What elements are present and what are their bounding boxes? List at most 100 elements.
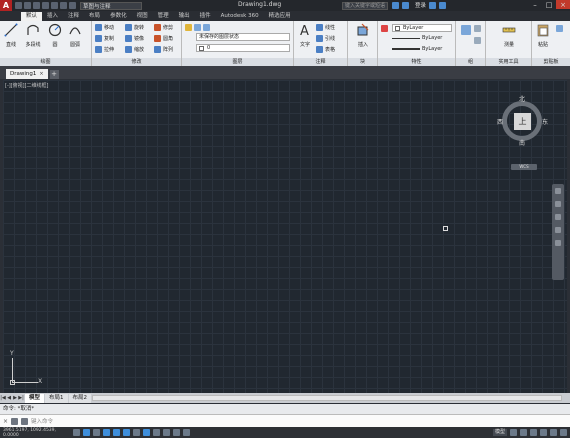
compass-east[interactable]: 东 [542,117,548,126]
tab-plugins[interactable]: 插件 [195,12,216,21]
ducs-icon[interactable] [133,429,140,436]
help-icon[interactable] [439,1,447,9]
new-tab-button[interactable]: + [49,70,59,79]
print-icon[interactable] [51,2,58,9]
lineweight-dropdown[interactable]: ByLayer [392,45,452,53]
osnap-icon[interactable] [113,429,120,436]
annotation-panel-title[interactable]: 注释 [294,58,347,66]
minimize-button[interactable]: – [528,0,542,9]
circle-button[interactable]: 圆 [46,23,64,48]
tab-annotate[interactable]: 注释 [63,12,84,21]
arc-button[interactable]: 圆弧 [66,23,84,48]
exchange-icon[interactable] [429,1,437,9]
layer-isolate-icon[interactable] [203,23,210,31]
modify-panel-title[interactable]: 修改 [92,58,181,66]
tab-parametric[interactable]: 参数化 [105,12,132,21]
search-icon[interactable] [392,1,399,9]
model-space-button[interactable]: 模型 [492,429,507,436]
scale-button[interactable]: 缩放 [125,45,144,53]
viewcube[interactable]: 上 北 南 西 东 [497,94,548,154]
coordinates-readout[interactable]: 3961.5197, 1092.4539, 0.0000 [3,428,71,438]
workspace-dropdown[interactable]: 草图与注释 [80,1,142,10]
viewport-controls[interactable]: [-][俯视][二维线框] [5,82,49,89]
pan-icon[interactable] [555,201,561,207]
tab-layout1[interactable]: 布局1 [45,393,68,403]
close-window-button[interactable]: × [556,0,570,9]
zoom-extents-icon[interactable] [555,214,561,220]
orbit-icon[interactable] [555,227,561,233]
group-icon[interactable] [461,25,471,35]
match-properties-icon[interactable] [381,25,388,32]
utilities-panel-title[interactable]: 实用工具 [486,58,531,66]
layers-panel-title[interactable]: 图层 [182,58,293,66]
login-link[interactable]: 登录 [415,1,426,9]
color-dropdown[interactable]: ByLayer [392,24,452,32]
mirror-button[interactable]: 镜像 [125,34,144,42]
tab-layout2[interactable]: 布局2 [68,393,92,403]
new-file-icon[interactable] [15,2,22,9]
maximize-button[interactable]: □ [542,0,556,9]
compass-north[interactable]: 北 [519,94,525,103]
open-file-icon[interactable] [24,2,31,9]
search-input[interactable]: 键入关键字或短语 [342,1,388,10]
last-layout-icon[interactable]: ▶| [18,394,24,402]
recent-commands-icon[interactable] [21,417,29,425]
horizontal-scrollbar[interactable] [92,395,562,401]
tab-manage[interactable]: 管理 [153,12,174,21]
clean-screen-icon[interactable] [560,429,567,436]
properties-panel-title[interactable]: 特性 [378,58,455,66]
clipboard-panel-title[interactable]: 剪贴板 [532,58,570,66]
dyn-icon[interactable] [143,429,150,436]
rotate-button[interactable]: 旋转 [125,23,144,31]
annotation-scale-icon[interactable] [520,429,527,436]
undo-icon[interactable] [60,2,67,9]
ungroup-icon[interactable] [474,25,481,32]
trim-button[interactable]: 修剪 [154,23,173,31]
document-tab-drawing1[interactable]: Drawing1 × [6,69,48,79]
copy-button[interactable]: 复制 [95,34,114,42]
grid-icon[interactable] [83,429,90,436]
ortho-icon[interactable] [93,429,100,436]
table-button[interactable]: 表格 [316,45,335,53]
wcs-menu[interactable]: WCS [511,164,537,170]
redo-icon[interactable] [69,2,76,9]
snap-icon[interactable] [73,429,80,436]
close-command-icon[interactable]: × [3,418,8,425]
line-button[interactable]: 直线 [2,23,20,48]
groups-panel-title[interactable]: 组 [456,58,485,66]
leader-button[interactable]: 引线 [316,34,335,42]
application-menu-button[interactable]: A [0,0,12,11]
insert-block-button[interactable]: 插入 [354,23,372,48]
group-edit-icon[interactable] [474,37,481,44]
tab-model[interactable]: 模型 [25,393,45,403]
close-tab-icon[interactable]: × [39,69,43,79]
drawing-canvas[interactable]: [-][俯视][二维线框] 上 北 南 西 东 WCS Y X [3,80,567,393]
polar-icon[interactable] [103,429,110,436]
measure-button[interactable]: 测量 [498,23,520,48]
quick-properties-icon[interactable] [173,429,180,436]
current-layer-dropdown[interactable]: 0 [196,44,290,52]
compass-south[interactable]: 南 [519,138,525,147]
array-button[interactable]: 阵列 [154,45,173,53]
viewcube-top-face[interactable]: 上 [514,113,531,130]
save-icon[interactable] [33,2,40,9]
compass-west[interactable]: 西 [497,117,503,126]
copy-clip-icon[interactable] [556,25,563,32]
tab-view[interactable]: 视图 [132,12,153,21]
lineweight-toggle-icon[interactable] [153,429,160,436]
isolate-objects-icon[interactable] [550,429,557,436]
layer-properties-icon[interactable] [185,23,192,31]
linetype-dropdown[interactable]: ByLayer [392,34,452,42]
layer-freeze-icon[interactable] [194,23,201,31]
lock-icon[interactable] [540,429,547,436]
customize-icon[interactable] [11,417,19,425]
otrack-icon[interactable] [123,429,130,436]
save-as-icon[interactable] [42,2,49,9]
polyline-button[interactable]: 多段线 [22,23,44,48]
tab-insert[interactable]: 插入 [42,12,63,21]
fillet-button[interactable]: 圆角 [154,34,173,42]
layer-state-dropdown[interactable]: 未保存的图层状态 [196,33,290,41]
tab-autodesk-360[interactable]: Autodesk 360 [216,12,264,21]
linear-dimension-button[interactable]: 线性 [316,23,335,31]
stretch-button[interactable]: 拉伸 [95,45,114,53]
